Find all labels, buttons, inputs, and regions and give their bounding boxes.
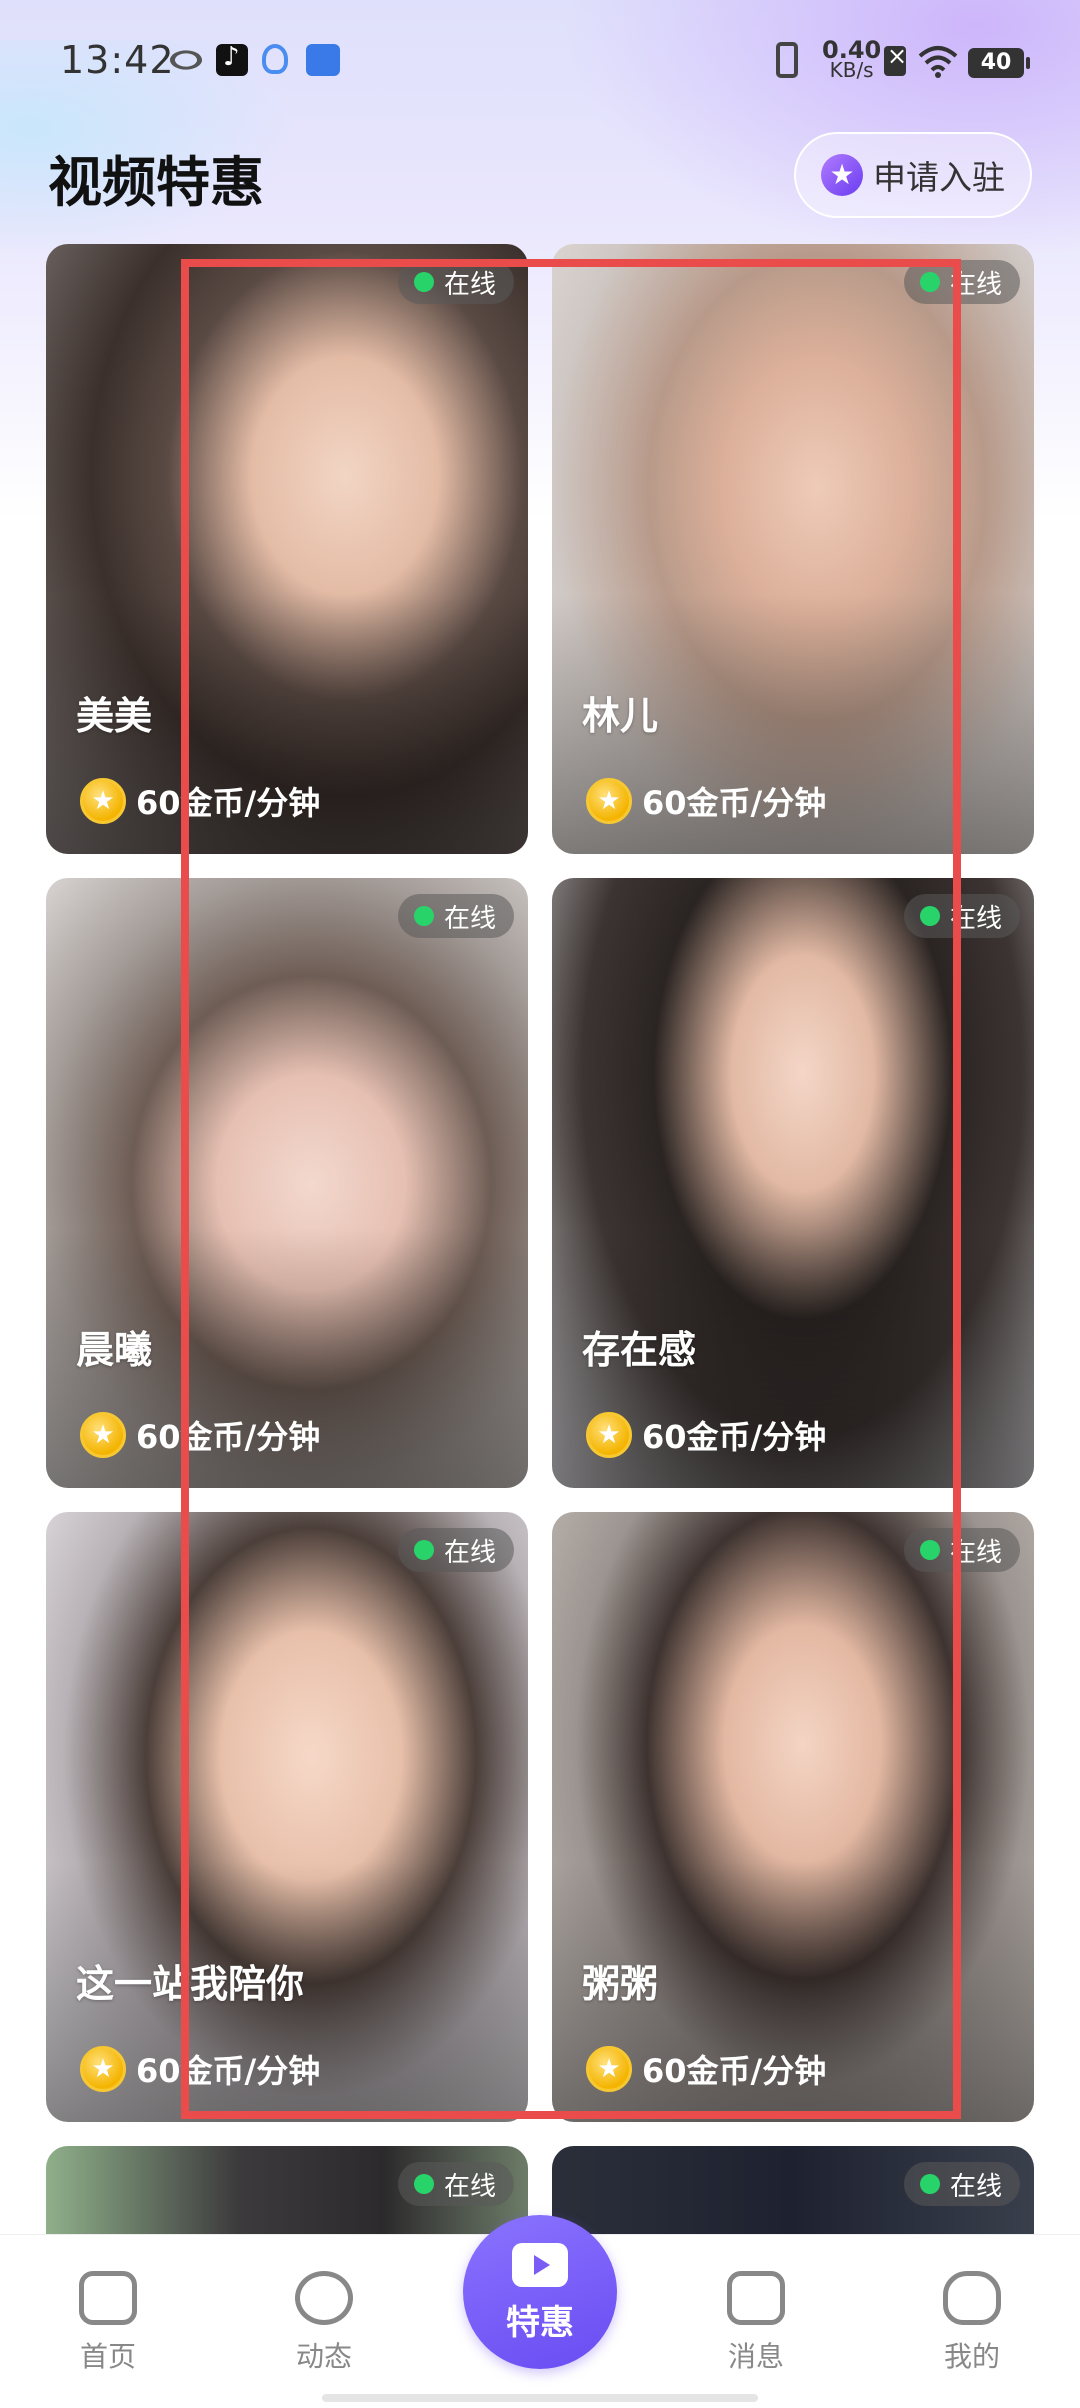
nav-messages[interactable]: 消息 [686,2271,826,2375]
price-row: ★ 60金币/分钟 [80,2046,320,2092]
nav-home-label: 首页 [79,2340,136,2373]
x-icon [884,42,907,76]
video-camera-icon [512,2243,568,2287]
nav-messages-label: 消息 [727,2340,784,2373]
host-card[interactable]: 在线 美美 ★ 60金币/分钟 [46,244,528,854]
tiktok-icon [216,42,248,76]
status-bar: 13:42 0.40 KB/s 40 [0,0,1080,120]
planet-icon [295,2271,353,2325]
online-status: 在线 [443,2171,496,2202]
message-icon [727,2271,785,2325]
price-text: 60金币/分钟 [642,784,827,822]
online-badge: 在线 [903,894,1020,938]
wifi-icon [918,46,958,78]
host-card[interactable]: 在线 存在感 ★ 60金币/分钟 [552,878,1034,1488]
price-text: 60金币/分钟 [136,784,321,822]
online-status: 在线 [949,269,1002,300]
apply-button-label: 申请入驻 [873,158,1005,197]
nav-moments-label: 动态 [295,2340,352,2373]
coin-icon: ★ [586,1412,632,1458]
coin-icon: ★ [586,2046,632,2092]
nav-mine-label: 我的 [943,2340,1000,2373]
bear-icon [943,2271,1001,2325]
online-badge: 在线 [397,894,514,938]
host-name: 美美 [76,694,153,738]
price-row: ★ 60金币/分钟 [80,778,320,824]
net-speed-value: 0.40 [822,36,882,64]
coin-icon: ★ [80,778,126,824]
home-icon [79,2271,137,2325]
nav-mine[interactable]: 我的 [902,2271,1042,2375]
online-badge: 在线 [903,1528,1020,1572]
home-indicator [322,2394,758,2402]
page-title: 视频特惠 [48,151,264,214]
coin-icon: ★ [80,2046,126,2092]
online-status: 在线 [443,903,496,934]
online-status: 在线 [949,2171,1002,2202]
host-card[interactable]: 在线 这一站我陪你 ★ 60金币/分钟 [46,1512,528,2122]
online-dot-icon [413,906,434,926]
nav-special-label: 特惠 [506,2303,574,2343]
app-icon [306,44,340,76]
online-dot-icon [919,2174,940,2194]
price-text: 60金币/分钟 [642,1418,827,1456]
status-time: 13:42 [60,38,175,82]
online-badge: 在线 [903,2162,1020,2206]
host-name: 晨曦 [76,1328,153,1372]
online-dot-icon [413,272,434,292]
host-card[interactable]: 在线 晨曦 ★ 60金币/分钟 [46,878,528,1488]
online-dot-icon [413,2174,434,2194]
host-name: 粥粥 [582,1962,659,2006]
online-status: 在线 [443,1537,496,1568]
price-row: ★ 60金币/分钟 [80,1412,320,1458]
online-badge: 在线 [397,2162,514,2206]
host-card[interactable]: 在线 林儿 ★ 60金币/分钟 [552,244,1034,854]
online-badge: 在线 [397,260,514,304]
host-name: 林儿 [582,694,659,738]
battery-icon: 40 [968,48,1030,78]
host-name: 这一站我陪你 [76,1962,305,2006]
price-row: ★ 60金币/分钟 [586,1412,826,1458]
apply-button[interactable]: ★ 申请入驻 [794,132,1032,218]
online-dot-icon [919,272,940,292]
online-dot-icon [413,1540,434,1560]
nav-moments[interactable]: 动态 [254,2271,394,2375]
qq-icon [262,44,288,74]
price-text: 60金币/分钟 [136,1418,321,1456]
vibrate-icon [776,42,798,78]
bottom-nav: 首页 动态 特惠 消息 我的 [0,2215,1080,2408]
net-speed-unit: KB/s [829,58,874,82]
price-row: ★ 60金币/分钟 [586,778,826,824]
star-icon: ★ [821,154,863,196]
net-speed: 0.40 KB/s [822,36,882,82]
online-status: 在线 [949,1537,1002,1568]
coin-icon: ★ [586,778,632,824]
online-dot-icon [919,906,940,926]
host-card[interactable]: 在线 粥粥 ★ 60金币/分钟 [552,1512,1034,2122]
price-text: 60金币/分钟 [642,2052,827,2090]
online-badge: 在线 [903,260,1020,304]
nav-home[interactable]: 首页 [38,2271,178,2375]
coin-icon: ★ [80,1412,126,1458]
price-row: ★ 60金币/分钟 [586,2046,826,2092]
host-name: 存在感 [582,1328,697,1372]
online-dot-icon [919,1540,940,1560]
host-grid: 在线 美美 ★ 60金币/分钟 在线 林儿 ★ 60金币/分钟 在线 晨曦 ★ … [46,244,1034,2256]
online-status: 在线 [443,269,496,300]
online-badge: 在线 [397,1528,514,1572]
nav-special[interactable]: 特惠 [463,2215,617,2369]
price-text: 60金币/分钟 [136,2052,321,2090]
online-status: 在线 [949,903,1002,934]
